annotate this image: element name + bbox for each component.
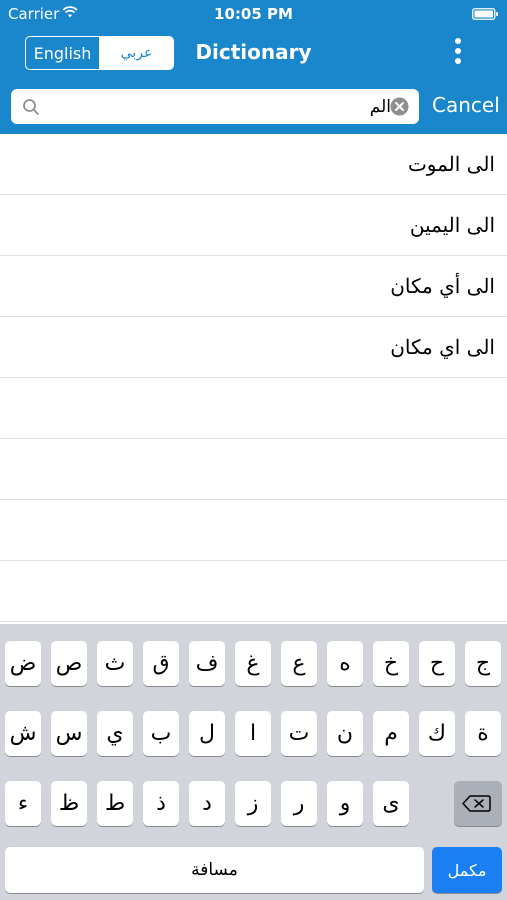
empty-row <box>0 378 507 439</box>
key[interactable]: م <box>373 711 409 756</box>
search-field <box>11 89 419 124</box>
list-item[interactable]: الى اليمين <box>0 195 507 256</box>
result-text: الى اليمين <box>409 213 495 237</box>
key[interactable]: ج <box>465 641 501 686</box>
search-icon <box>23 99 39 115</box>
result-text: الى اي مكان <box>390 335 495 359</box>
search-input[interactable] <box>51 89 391 124</box>
key[interactable]: ث <box>97 641 133 686</box>
key[interactable]: س <box>51 711 87 756</box>
backspace-key[interactable] <box>454 781 502 826</box>
key[interactable]: ق <box>143 641 179 686</box>
cancel-button[interactable]: Cancel <box>432 93 500 117</box>
page-title: Dictionary <box>195 40 312 64</box>
results-list: الى الموت الى اليمين الى أي مكان الى اي … <box>0 134 507 624</box>
space-key[interactable]: مسافة <box>5 847 424 893</box>
key[interactable]: ن <box>327 711 363 756</box>
app-header: Carrier 10:05 PM English عربي Dictionary <box>0 0 507 134</box>
key[interactable]: ه <box>327 641 363 686</box>
status-time: 10:05 PM <box>214 5 293 23</box>
key[interactable]: ظ <box>51 781 87 826</box>
key[interactable]: ح <box>419 641 455 686</box>
key[interactable]: ر <box>281 781 317 826</box>
list-item[interactable]: الى الموت <box>0 134 507 195</box>
key[interactable]: ء <box>5 781 41 826</box>
key[interactable]: و <box>327 781 363 826</box>
search-bar: Cancel <box>0 86 507 128</box>
key[interactable]: خ <box>373 641 409 686</box>
done-key[interactable]: مكمل <box>432 847 502 893</box>
key[interactable]: ذ <box>143 781 179 826</box>
backspace-icon <box>462 795 491 812</box>
key[interactable]: ص <box>51 641 87 686</box>
key[interactable]: ي <box>97 711 133 756</box>
empty-row <box>0 500 507 561</box>
empty-row <box>0 561 507 622</box>
empty-row <box>0 439 507 500</box>
key[interactable]: ل <box>189 711 225 756</box>
nav-bar: English عربي Dictionary <box>0 28 507 80</box>
key[interactable]: ش <box>5 711 41 756</box>
more-vertical-icon[interactable] <box>454 38 462 68</box>
key[interactable]: غ <box>235 641 271 686</box>
result-text: الى الموت <box>407 152 495 176</box>
list-item[interactable]: الى أي مكان <box>0 256 507 317</box>
clear-icon[interactable] <box>390 97 409 116</box>
status-bar: Carrier 10:05 PM <box>0 0 507 28</box>
battery-icon <box>472 8 498 20</box>
key[interactable]: ة <box>465 711 501 756</box>
key[interactable]: ع <box>281 641 317 686</box>
list-item[interactable]: الى اي مكان <box>0 317 507 378</box>
key[interactable]: ز <box>235 781 271 826</box>
key[interactable]: ك <box>419 711 455 756</box>
key[interactable]: ف <box>189 641 225 686</box>
result-text: الى أي مكان <box>390 274 495 298</box>
arabic-keyboard: ض ص ث ق ف غ ع ه خ ح ج ش س ي ب ل ا ت ن م … <box>0 624 507 900</box>
key[interactable]: د <box>189 781 225 826</box>
key[interactable]: ت <box>281 711 317 756</box>
key[interactable]: ض <box>5 641 41 686</box>
key[interactable]: ب <box>143 711 179 756</box>
key[interactable]: ا <box>235 711 271 756</box>
key[interactable]: ط <box>97 781 133 826</box>
key[interactable]: ى <box>373 781 409 826</box>
